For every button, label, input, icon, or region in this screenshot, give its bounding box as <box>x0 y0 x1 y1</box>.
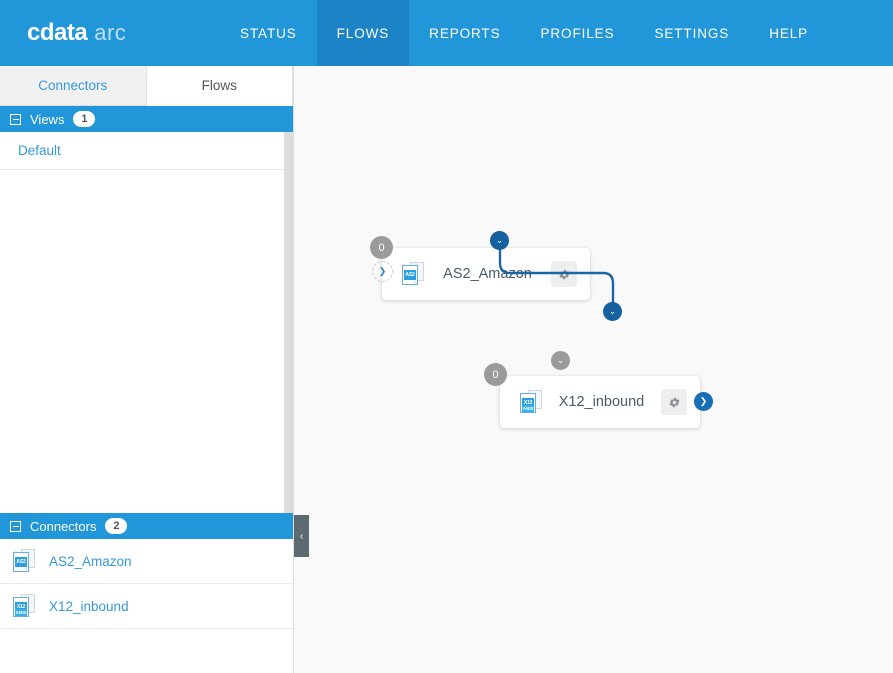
views-list-item[interactable]: Default <box>0 132 293 170</box>
tab-connectors[interactable]: Connectors <box>0 66 147 106</box>
tab-flows-label: Flows <box>201 78 237 93</box>
as2-document-icon: AS2 ⠿ ⠿ <box>13 549 35 573</box>
sidebar-scrollbar[interactable] <box>284 132 293 513</box>
as2-document-icon: AS2 ⠿ ⠿ <box>402 262 424 286</box>
nav-item-label: REPORTS <box>429 25 501 41</box>
connector-list-item-label: AS2_Amazon <box>49 553 132 569</box>
connectors-list: AS2 ⠿ ⠿ AS2_Amazon X12 ANSI X12_inbound <box>0 539 293 629</box>
nav-item-profiles[interactable]: PROFILES <box>521 0 635 66</box>
app-header: cdata arc STATUS FLOWS REPORTS PROFILES SETT… <box>0 0 893 66</box>
connector-list-item-label: X12_inbound <box>49 598 129 614</box>
nav-item-label: SETTINGS <box>654 25 730 41</box>
connectors-count-badge: 2 <box>105 518 128 534</box>
flow-node-as2-amazon[interactable]: AS2 ⠿ ⠿ AS2_Amazon <box>382 248 590 300</box>
views-section-header[interactable]: Views 1 <box>0 106 293 132</box>
logo-secondary-text: arc <box>94 20 127 45</box>
nav-item-flows[interactable]: FLOWS <box>316 0 410 66</box>
as2-icon-text: AS2 <box>15 557 27 567</box>
sidebar-tabs: Connectors Flows <box>0 66 293 106</box>
flow-node-title: X12_inbound <box>558 394 645 410</box>
nav-item-help[interactable]: HELP <box>749 0 828 66</box>
left-sidebar: Connectors Flows Views 1 Default Connect… <box>0 66 294 673</box>
connector-list-item-x12-inbound[interactable]: X12 ANSI X12_inbound <box>0 584 293 629</box>
x12-icon-subtext: ANSI <box>15 609 27 616</box>
flow-node-title: AS2_Amazon <box>443 266 532 282</box>
gear-icon-glyph <box>558 269 570 279</box>
views-count-badge: 1 <box>73 111 96 127</box>
gear-icon[interactable] <box>551 261 577 287</box>
flow-node-as2-output-port-bottom[interactable]: ⌄ <box>490 231 509 250</box>
flow-node-x12-inbound[interactable]: X12 ANSI X12_inbound <box>500 376 700 428</box>
flow-node-x12-output-port-bottom[interactable]: ⌄ <box>551 351 570 370</box>
flow-node-as2-input-port[interactable]: ❯ <box>372 261 393 282</box>
flow-node-as2-count-badge: 0 <box>370 236 393 259</box>
gear-icon-glyph <box>668 397 680 407</box>
nav-item-settings[interactable]: SETTINGS <box>634 0 749 66</box>
nav-item-label: FLOWS <box>336 25 390 41</box>
tab-connectors-label: Connectors <box>38 78 108 93</box>
views-section-title: Views <box>30 111 65 127</box>
logo-primary-text: cdata <box>27 19 88 46</box>
nav-item-reports[interactable]: REPORTS <box>409 0 520 66</box>
nav-item-label: STATUS <box>240 25 297 41</box>
sidebar-collapse-handle[interactable]: ‹ <box>294 515 309 557</box>
gear-icon[interactable] <box>661 389 687 415</box>
nav-item-label: HELP <box>769 25 809 41</box>
flow-node-x12-input-port-top[interactable]: ⌄ <box>603 302 622 321</box>
flow-node-x12-count-badge: 0 <box>484 363 507 386</box>
as2-node-icon-text: AS2 <box>404 270 416 280</box>
nav-item-label: PROFILES <box>540 25 615 41</box>
connector-list-item-as2-amazon[interactable]: AS2 ⠿ ⠿ AS2_Amazon <box>0 539 293 584</box>
flow-node-x12-output-port-right[interactable]: ❯ <box>694 392 713 411</box>
x12-document-icon: X12 ANSI <box>13 594 35 618</box>
connectors-section-title: Connectors <box>30 518 97 534</box>
main-navigation: STATUS FLOWS REPORTS PROFILES SETTINGS HELP <box>220 0 828 66</box>
connectors-section-header[interactable]: Connectors 2 <box>0 513 293 539</box>
flow-canvas[interactable]: ‹ AS2 ⠿ ⠿ AS2_Amazon 0 ❯ ⌄ X12 ANSI X12_i… <box>294 66 893 673</box>
views-list-item-label: Default <box>18 143 61 158</box>
app-logo[interactable]: cdata arc <box>0 0 220 66</box>
collapse-minus-icon[interactable] <box>10 520 21 532</box>
chevron-left-icon: ‹ <box>299 530 304 542</box>
views-list: Default <box>0 132 293 513</box>
x12-document-icon: X12 ANSI <box>520 390 542 414</box>
x12-node-icon-subtext: ANSI <box>522 405 534 412</box>
nav-item-status[interactable]: STATUS <box>220 0 317 66</box>
tab-flows[interactable]: Flows <box>146 66 293 106</box>
collapse-minus-icon[interactable] <box>10 113 21 125</box>
flow-edge-connector <box>498 241 619 317</box>
